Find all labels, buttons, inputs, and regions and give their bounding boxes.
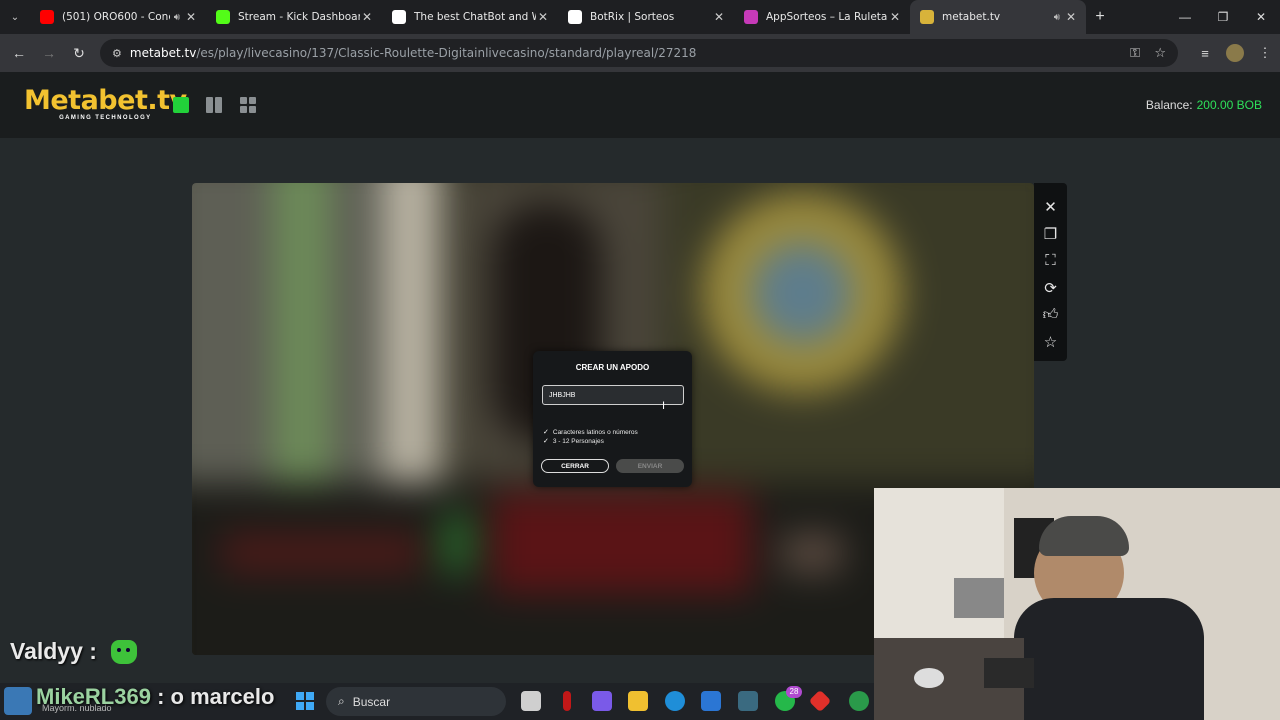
tab-favicon-icon — [744, 10, 758, 24]
check-icon: ✓ — [543, 438, 549, 445]
copilot-icon[interactable] — [592, 691, 612, 711]
tab-title: metabet.tv — [942, 11, 1001, 23]
check-icon: ✓ — [543, 429, 549, 436]
single-view-button[interactable] — [173, 97, 189, 113]
profile-avatar[interactable] — [1226, 44, 1244, 62]
browser-tab[interactable]: BotRix | Sorteos ✕ — [558, 0, 734, 34]
search-icon: ⌕ — [338, 694, 345, 708]
menu-kebab-icon[interactable]: ⋮ — [1250, 45, 1280, 61]
url-host: metabet.tv — [129, 46, 197, 60]
browser-tab[interactable]: (501) ORO600 - Conex 🔊︎ ✕ — [30, 0, 206, 34]
nickname-dialog: CREAR UN APODO ✓Caracteres latinos o núm… — [533, 351, 692, 487]
fullscreen-icon[interactable]: ⛶ — [1034, 247, 1067, 274]
chat-line-2: MikeRL369 : o marcelo — [36, 684, 274, 710]
chat-username: MikeRL369 — [36, 684, 151, 709]
url-path: /es/play/livecasino/137/Classic-Roulette… — [196, 46, 697, 60]
dual-view-button[interactable] — [206, 97, 222, 113]
tab-audio-icon[interactable]: 🔊︎ — [1054, 12, 1060, 23]
tab-favicon-icon — [392, 10, 406, 24]
edge-icon[interactable] — [665, 691, 685, 711]
site-info-icon[interactable]: ⚙ — [112, 47, 122, 60]
text-cursor-icon: I — [662, 400, 666, 412]
tab-search-button[interactable]: ⌄ — [0, 0, 30, 34]
store-icon[interactable] — [701, 691, 721, 711]
weather-icon[interactable] — [4, 687, 32, 715]
tab-close-icon[interactable]: ✕ — [888, 10, 902, 24]
rule-latin-chars: ✓ Caracteres latinos o números — [543, 428, 638, 437]
tab-close-icon[interactable]: ✕ — [536, 10, 550, 24]
forward-button[interactable]: → — [34, 45, 64, 61]
chrome-icon[interactable] — [849, 691, 869, 711]
browser-tab[interactable]: The best ChatBot and Wid✕ — [382, 0, 558, 34]
tab-audio-icon[interactable]: 🔊︎ — [174, 12, 180, 23]
tab-favicon-icon — [40, 10, 54, 24]
minimize-button[interactable]: — — [1166, 0, 1204, 34]
browser-tab[interactable]: Stream - Kick Dashboard ✕ — [206, 0, 382, 34]
notification-badge: 28 — [786, 686, 802, 698]
taskbar-search[interactable]: ⌕ Buscar — [326, 687, 506, 716]
submit-button[interactable]: ENVIAR — [616, 459, 684, 473]
tab-close-icon[interactable]: ✕ — [1064, 10, 1078, 24]
windows-start-icon[interactable] — [296, 692, 314, 710]
frog-emote-icon — [110, 639, 137, 664]
site-header: Metabet.tv GAMING TECHNOLOGY Balance: 200… — [0, 72, 1280, 138]
tab-favicon-icon — [568, 10, 582, 24]
balance-display: Balance: 200.00 BOB — [1145, 98, 1262, 112]
webcam-overlay — [874, 488, 1280, 720]
tab-close-icon[interactable]: ✕ — [184, 10, 198, 24]
quad-view-button[interactable] — [240, 97, 256, 113]
refresh-icon[interactable]: ⟳ — [1034, 274, 1067, 301]
close-icon[interactable]: ✕ — [1034, 193, 1067, 220]
task-view-icon[interactable] — [521, 691, 541, 711]
bookmark-star-icon[interactable]: ☆ — [1154, 46, 1166, 61]
address-bar[interactable]: ⚙ metabet.tv/es/play/livecasino/137/Clas… — [100, 39, 1178, 67]
thumbs-up-icon[interactable]: 👍︎ — [1034, 301, 1067, 328]
new-tab-button[interactable]: + — [1086, 8, 1114, 26]
tab-title: (501) ORO600 - Conex — [62, 11, 170, 23]
window-controls: — ❐ ✕ — [1166, 0, 1280, 34]
disney-icon[interactable] — [738, 691, 758, 711]
chat-line-1: Valdyy : — [10, 638, 137, 665]
tab-title: Stream - Kick Dashboard — [238, 11, 360, 23]
browser-toolbar: ← → ↻ ⚙ metabet.tv/es/play/livecasino/13… — [0, 34, 1280, 72]
dialog-title: CREAR UN APODO — [575, 363, 650, 372]
tab-title: The best ChatBot and Wid — [414, 11, 536, 23]
rule-length: ✓ 3 - 12 Personajes — [543, 437, 604, 446]
browser-tab[interactable]: AppSorteos – La Ruleta de✕ — [734, 0, 910, 34]
media-controls-icon[interactable]: ≡ — [1190, 46, 1220, 61]
close-button[interactable]: CERRAR — [541, 459, 609, 473]
reload-button[interactable]: ↻ — [64, 45, 94, 62]
password-key-icon[interactable]: ⚿ — [1130, 46, 1140, 61]
tab-favicon-icon — [216, 10, 230, 24]
chat-username: Valdyy : — [10, 638, 97, 664]
chat-message: : o marcelo — [157, 684, 275, 709]
tab-title: AppSorteos – La Ruleta de — [766, 11, 888, 23]
metabet-logo[interactable]: Metabet.tv GAMING TECHNOLOGY — [24, 86, 187, 122]
browser-tab[interactable]: metabet.tv 🔊︎ ✕ — [910, 0, 1086, 34]
tab-title: BotRix | Sorteos — [590, 11, 675, 23]
tab-close-icon[interactable]: ✕ — [712, 10, 726, 24]
red-diamond-app-icon[interactable] — [808, 689, 832, 713]
red-app-icon[interactable] — [563, 691, 571, 711]
file-explorer-icon[interactable] — [628, 691, 648, 711]
popout-icon[interactable]: ❐ — [1034, 220, 1067, 247]
browser-tab-strip: ⌄ (501) ORO600 - Conex 🔊︎ ✕ Stream - Kick D… — [0, 0, 1280, 34]
game-side-panel: ✕ ❐ ⛶ ⟳ 👍︎ ☆ — [1034, 183, 1067, 361]
star-icon[interactable]: ☆ — [1034, 328, 1067, 355]
maximize-button[interactable]: ❐ — [1204, 0, 1242, 34]
back-button[interactable]: ← — [4, 45, 34, 61]
tab-close-icon[interactable]: ✕ — [360, 10, 374, 24]
close-window-button[interactable]: ✕ — [1242, 0, 1280, 34]
balance-amount: 200.00 BOB — [1196, 98, 1262, 112]
tab-favicon-icon — [920, 10, 934, 24]
